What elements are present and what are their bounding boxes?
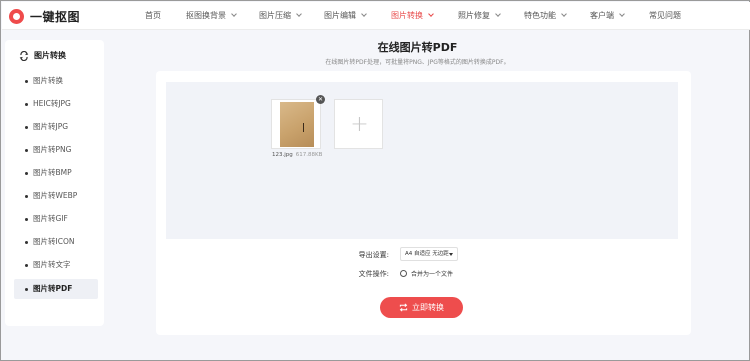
file-name: 123.jpg: [272, 152, 293, 158]
sidebar-heading-label: 图片转换: [34, 51, 66, 60]
sidebar-item-to-jpg[interactable]: 图片转JPG: [14, 117, 98, 137]
sidebar-item-to-icon[interactable]: 图片转ICON: [14, 232, 98, 252]
chevron-down-icon: [296, 11, 302, 17]
page-frame: 一键抠图 首页 抠图换背景 图片压缩 图片编辑 图片转换 照片修复 特色功能 客…: [0, 0, 750, 361]
remove-file-icon[interactable]: ✕: [316, 95, 325, 104]
sidebar-item-to-text[interactable]: 图片转文字: [14, 255, 98, 275]
page-subtitle: 在线图片转PDF处理，可批量将PNG、JPG等格式的图片转换成PDF。: [325, 59, 510, 66]
sidebar-item-to-webp[interactable]: 图片转WEBP: [14, 186, 98, 206]
sidebar: 图片转换 图片转换 HEIC转JPG 图片转JPG 图片转PNG 图片转BMP …: [5, 40, 104, 326]
nav-item-features[interactable]: 特色功能: [524, 2, 567, 30]
main-nav: 首页 抠图换背景 图片压缩 图片编辑 图片转换 照片修复 特色功能 客户端 常见…: [2, 2, 750, 30]
nav-label: 图片编辑: [324, 11, 356, 20]
sidebar-heading: 图片转换: [19, 50, 66, 61]
top-navigation-bar: 一键抠图 首页 抠图换背景 图片压缩 图片编辑 图片转换 照片修复 特色功能 客…: [2, 2, 750, 30]
convert-now-button[interactable]: 立即转换: [380, 297, 463, 318]
sidebar-item-to-png[interactable]: 图片转PNG: [14, 140, 98, 160]
nav-label: 图片压缩: [259, 11, 291, 20]
nav-label: 常见问题: [649, 11, 681, 20]
upload-dropzone[interactable]: [166, 82, 678, 239]
page-title: 在线图片转PDF: [377, 41, 458, 54]
sidebar-item-to-pdf[interactable]: 图片转PDF: [14, 279, 98, 299]
nav-label: 客户端: [590, 11, 614, 20]
sidebar-item-to-bmp[interactable]: 图片转BMP: [14, 163, 98, 183]
sidebar-item-image-convert[interactable]: 图片转换: [14, 71, 98, 91]
chevron-down-icon: [495, 11, 501, 17]
sidebar-item-to-gif[interactable]: 图片转GIF: [14, 209, 98, 229]
nav-label: 首页: [145, 11, 161, 20]
nav-item-client[interactable]: 客户端: [590, 2, 625, 30]
plus-icon: +: [350, 112, 369, 137]
nav-item-home[interactable]: 首页: [145, 2, 161, 30]
file-thumbnail: ✕ 123.jpg 617.88KB: [271, 95, 325, 159]
convert-icon: [19, 50, 29, 61]
thumbnail-image: [280, 102, 314, 147]
nav-item-cutout[interactable]: 抠图换背景: [186, 2, 237, 30]
file-info: 123.jpg 617.88KB: [272, 152, 322, 158]
add-file-button[interactable]: +: [334, 99, 383, 149]
nav-item-repair[interactable]: 照片修复: [458, 2, 501, 30]
nav-label: 特色功能: [524, 11, 556, 20]
file-size: 617.88KB: [295, 152, 323, 158]
nav-label: 照片修复: [458, 11, 490, 20]
caret-down-icon: [449, 253, 453, 256]
nav-item-convert[interactable]: 图片转换: [391, 2, 434, 30]
chevron-down-icon: [619, 11, 625, 17]
thumbnail-frame: [271, 99, 321, 149]
chevron-down-icon: [561, 11, 567, 17]
nav-label: 图片转换: [391, 11, 423, 20]
chevron-down-icon: [428, 11, 434, 17]
chevron-down-icon: [231, 11, 237, 17]
radio-button[interactable]: [400, 270, 407, 277]
nav-item-edit[interactable]: 图片编辑: [324, 2, 367, 30]
nav-item-faq[interactable]: 常见问题: [649, 2, 681, 30]
merge-option-label: 合并为一个文件: [411, 271, 454, 278]
export-settings-value: A4 自适应 无边距: [405, 251, 449, 257]
chevron-down-icon: [361, 11, 367, 17]
export-settings-select[interactable]: A4 自适应 无边距: [400, 247, 458, 261]
sidebar-item-heic-to-jpg[interactable]: HEIC转JPG: [14, 94, 98, 114]
nav-item-compress[interactable]: 图片压缩: [259, 2, 302, 30]
convert-button-label: 立即转换: [412, 303, 444, 312]
file-operation-label: 文件操作:: [358, 270, 389, 278]
convert-icon: [399, 303, 408, 312]
nav-label: 抠图换背景: [186, 11, 226, 20]
export-settings-label: 导出设置:: [358, 251, 389, 259]
merge-file-option[interactable]: 合并为一个文件: [400, 269, 453, 278]
